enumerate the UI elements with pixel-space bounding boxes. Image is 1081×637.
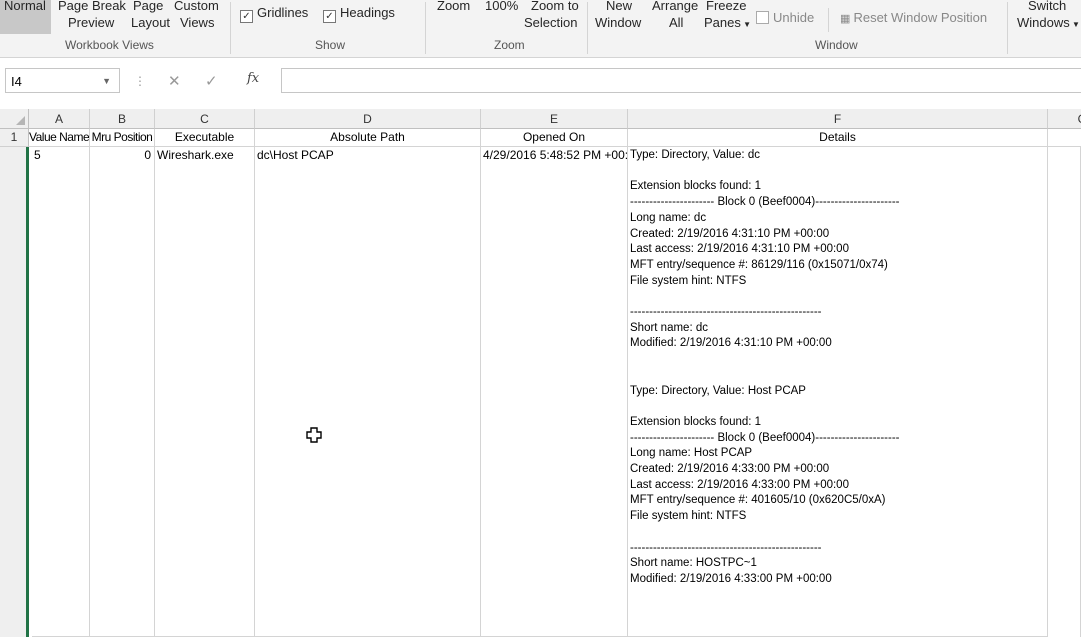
row-header-1[interactable]: 1 [0,129,29,147]
column-header-d[interactable]: D [255,109,481,129]
zoom-button[interactable]: Zoom [437,0,470,14]
header-absolute-path[interactable]: Absolute Path [255,129,481,147]
column-header-g[interactable]: G [1048,109,1081,129]
ribbon-separator [587,2,588,54]
row-header-2[interactable] [0,147,29,637]
check-icon: ✓ [323,10,336,23]
name-box[interactable]: I4 ▼ [5,68,120,93]
headings-checkbox[interactable]: ✓ Headings [323,4,395,23]
cursor-plus-icon [306,427,322,443]
column-header-b[interactable]: B [90,109,155,129]
zoom-to-selection-label: Selection [524,15,578,30]
ribbon-separator [1007,2,1008,54]
group-workbook-views-label: Workbook Views [65,38,154,52]
group-window-label: Window [815,38,858,52]
header-details[interactable]: Details [628,129,1048,147]
cell-executable[interactable]: Wireshark.exe [155,147,255,637]
header-opened-on[interactable]: Opened On [481,129,628,147]
insert-function-icon[interactable]: fx [247,71,259,86]
header-cell-g[interactable] [1048,129,1081,147]
chevron-down-icon[interactable]: ▼ [102,69,111,94]
new-window-button[interactable]: New [606,0,632,14]
freeze-panes-button[interactable]: Freeze [706,0,746,14]
group-zoom-label: Zoom [494,38,525,52]
page-layout-label: Layout [131,15,171,30]
select-all-button[interactable] [0,109,29,129]
page-break-preview-button[interactable]: Page Break [58,0,126,14]
zoom-to-selection-button[interactable]: Zoom to [531,0,579,14]
normal-view-label: Normal [4,0,46,13]
more-icon: ⋮ [134,74,146,88]
cell-mru-position[interactable]: 0 [90,147,155,637]
freeze-panes-label: Panes ▼ [704,15,752,30]
zoom-100-button[interactable]: 100% [485,0,518,14]
ribbon-view-tab: Normal Page Break Preview Page Layout Cu… [0,0,1081,58]
chevron-down-icon: ▼ [1069,20,1080,29]
chevron-down-icon: ▼ [740,20,752,29]
group-show-label: Show [315,38,346,52]
ribbon-separator [828,8,829,32]
page-layout-button[interactable]: Page [133,0,163,14]
ribbon-separator [425,2,426,54]
cancel-icon[interactable]: ✕ [168,72,181,90]
name-box-value: I4 [11,74,22,89]
arrange-all-button[interactable]: Arrange [652,0,698,14]
reset-window-label: Reset Window Position [853,10,988,25]
unhide-label: Unhide [773,10,815,25]
switch-windows-button[interactable]: Switch [1028,0,1066,14]
ribbon-separator [230,2,231,54]
formula-input[interactable] [281,68,1081,93]
switch-windows-label: Windows ▼ [1017,15,1080,30]
arrange-all-label: All [669,15,684,30]
gridlines-label: Gridlines [257,5,309,20]
headings-label: Headings [340,5,395,20]
new-window-label: Window [595,15,642,30]
unhide-icon [756,11,769,24]
column-header-e[interactable]: E [481,109,628,129]
custom-views-label: Views [180,15,215,30]
enter-icon[interactable]: ✓ [205,72,218,90]
custom-views-button[interactable]: Custom [174,0,219,14]
column-header-a[interactable]: A [29,109,90,129]
column-header-f[interactable]: F [628,109,1048,129]
cell-absolute-path[interactable]: dc\Host PCAP [255,147,481,637]
unhide-button[interactable]: Unhide [756,9,814,26]
gridlines-checkbox[interactable]: ✓ Gridlines [240,4,308,23]
cell-opened-on[interactable]: 4/29/2016 5:48:52 PM +00:00 [481,147,628,637]
reset-window-icon: ▦ [840,13,854,25]
page-break-preview-label: Preview [68,15,115,30]
header-executable[interactable]: Executable [155,129,255,147]
reset-window-position-button[interactable]: ▦ Reset Window Position [840,9,987,28]
check-icon: ✓ [240,10,253,23]
cell-value-name[interactable]: 5 [32,147,90,637]
header-mru-position[interactable]: Mru Position [90,129,155,147]
header-value-name[interactable]: Value Name [29,129,90,147]
cell-details[interactable]: Type: Directory, Value: dc Extension blo… [630,148,1046,636]
column-header-c[interactable]: C [155,109,255,129]
